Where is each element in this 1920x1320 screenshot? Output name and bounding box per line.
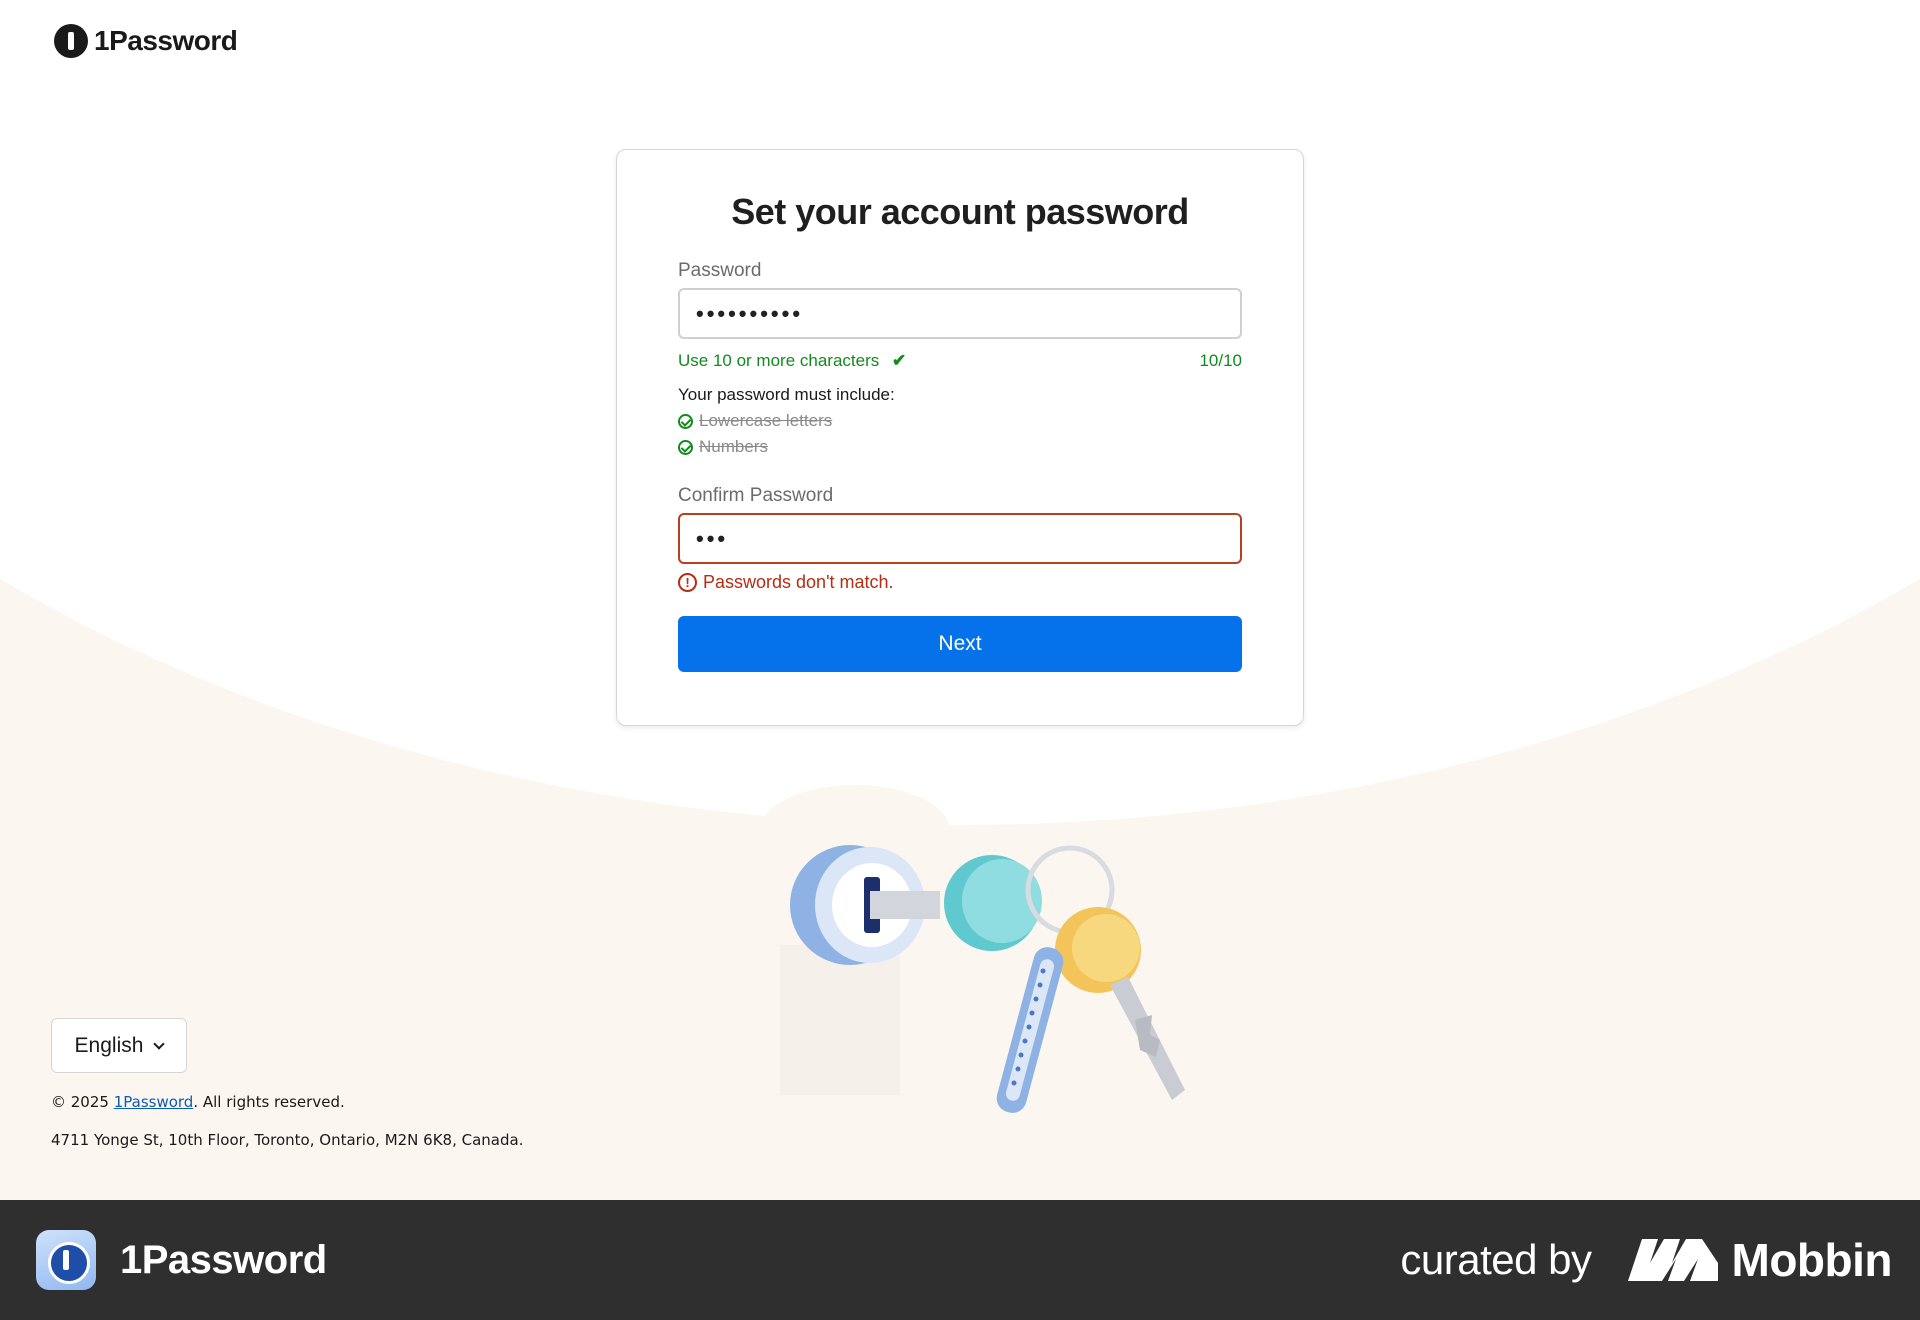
brand-bar: 1Password curated by Mobbin xyxy=(0,1200,1920,1320)
onepassword-app-icon xyxy=(36,1230,96,1290)
language-label: English xyxy=(74,1033,144,1057)
mobbin-logo: Mobbin xyxy=(1627,1233,1893,1287)
requirement-item: Lowercase letters xyxy=(678,411,1242,431)
confirm-password-value: ••• xyxy=(696,525,729,551)
requirement-item: Numbers xyxy=(678,437,1242,457)
copyright: © 2025 1Password. All rights reserved. xyxy=(51,1093,345,1111)
length-rule-text: Use 10 or more characters xyxy=(678,351,880,370)
key-illustration xyxy=(780,845,1185,1113)
copyright-prefix: © 2025 xyxy=(51,1093,114,1111)
chevron-down-icon xyxy=(153,1037,166,1050)
curated-by-text: curated by xyxy=(1400,1236,1592,1283)
requirement-label: Numbers xyxy=(699,437,768,456)
check-circle-icon xyxy=(678,413,693,429)
password-value: •••••••••• xyxy=(696,300,804,326)
onepassword-link[interactable]: 1Password xyxy=(114,1093,194,1111)
confirm-password-input[interactable]: ••• xyxy=(678,513,1242,564)
app-name: 1Password xyxy=(120,1237,327,1282)
mobbin-logo-icon xyxy=(1627,1239,1718,1281)
confirm-password-label: Confirm Password xyxy=(678,485,834,506)
copyright-suffix: . All rights reserved. xyxy=(193,1093,345,1111)
language-selector[interactable]: English xyxy=(51,1018,187,1073)
page-title: Set your account password xyxy=(731,191,1189,232)
logo-text: 1Password xyxy=(94,25,238,56)
next-button[interactable]: Next xyxy=(678,616,1242,672)
error-message: ! Passwords don't match. xyxy=(678,572,1242,593)
check-circle-icon xyxy=(678,439,693,455)
length-rule: Use 10 or more characters ✔ 10/10 xyxy=(678,351,1242,371)
requirement-label: Lowercase letters xyxy=(699,411,833,430)
password-label: Password xyxy=(678,260,762,281)
onepassword-logo-icon xyxy=(54,24,88,58)
header-logo[interactable]: 1Password xyxy=(54,24,238,58)
requirements-heading: Your password must include: xyxy=(678,385,895,404)
error-text: Passwords don't match. xyxy=(703,572,894,592)
mobbin-text: Mobbin xyxy=(1731,1234,1893,1286)
password-card: Set your account password Password •••••… xyxy=(616,149,1304,726)
length-count: 10/10 xyxy=(1199,351,1242,370)
error-circle-icon: ! xyxy=(678,573,697,592)
password-input[interactable]: •••••••••• xyxy=(678,288,1242,339)
checkmark-icon: ✔ xyxy=(891,351,907,370)
address: 4711 Yonge St, 10th Floor, Toronto, Onta… xyxy=(51,1131,524,1149)
